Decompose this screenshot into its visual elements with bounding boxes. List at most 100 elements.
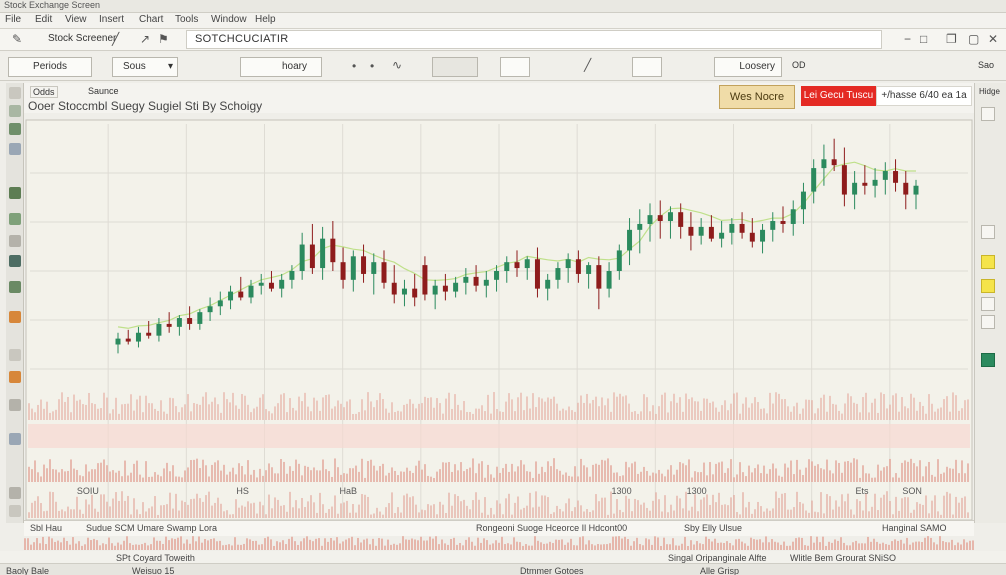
candle-body <box>596 265 602 289</box>
volume-bar <box>121 476 123 482</box>
volume-bar <box>724 472 726 482</box>
strip-bar <box>801 537 803 550</box>
volume-bar <box>940 514 942 518</box>
volume-bar <box>892 514 894 518</box>
candle-body <box>852 182 858 195</box>
candle-body <box>545 279 551 289</box>
volume-bar <box>628 498 630 518</box>
indicator-strip: Sbl Hau Sudue SCM Umare Swamp Lora Ronge… <box>24 520 974 536</box>
volume-bar <box>604 497 606 518</box>
volume-bar <box>793 406 795 420</box>
candle-body <box>586 265 592 274</box>
strip-bar <box>342 541 344 550</box>
volume-bar <box>823 469 825 482</box>
bottom-label-2: Sudue SCM Umare Swamp Lora <box>86 523 218 533</box>
volume-bar <box>376 507 378 518</box>
volume-bar <box>121 404 123 420</box>
volume-bar <box>424 510 426 518</box>
strip-bar <box>255 540 257 550</box>
volume-bar <box>262 505 264 518</box>
volume-bar <box>70 412 72 420</box>
volume-bar <box>766 508 768 518</box>
strip-bar <box>438 544 440 550</box>
volume-bar <box>694 471 696 482</box>
volume-bar <box>268 411 270 420</box>
bottom-label-4: Sby Elly Ulsue <box>684 523 743 533</box>
volume-bar <box>649 475 651 482</box>
volume-bar <box>319 470 321 482</box>
volume-bar <box>247 404 249 420</box>
volume-bar <box>952 514 954 518</box>
volume-bar <box>742 472 744 482</box>
strip-bar <box>924 537 926 550</box>
volume-bar <box>340 503 342 518</box>
volume-bar <box>958 410 960 420</box>
volume-bar <box>142 477 144 482</box>
volume-bar <box>91 494 93 518</box>
volume-bar <box>667 512 669 518</box>
volume-bar <box>448 492 450 518</box>
strip-bar <box>636 537 638 550</box>
volume-bar <box>76 400 78 420</box>
volume-bar <box>826 411 828 420</box>
volume-bar <box>193 459 195 482</box>
strip-bar <box>564 544 566 550</box>
volume-bar <box>553 512 555 518</box>
volume-bar <box>139 395 141 420</box>
strip-bar <box>486 540 488 550</box>
volume-bar <box>613 472 615 482</box>
strip-bar <box>777 542 779 550</box>
volume-bar <box>202 396 204 420</box>
strip-bar <box>711 541 713 550</box>
volume-bar <box>352 503 354 518</box>
volume-bar <box>160 476 162 482</box>
legend-item-1: SPt Coyard Toweith <box>116 553 195 563</box>
volume-bar <box>895 473 897 482</box>
volume-bar <box>94 508 96 518</box>
volume-bar <box>760 473 762 482</box>
candle-body <box>565 259 571 269</box>
volume-bar <box>943 495 945 518</box>
volume-bar <box>889 458 891 482</box>
candle-body <box>749 232 755 242</box>
strip-bar <box>768 542 770 550</box>
strip-bar <box>669 544 671 550</box>
volume-bar <box>931 403 933 420</box>
volume-bar <box>130 472 132 482</box>
strip-bar <box>882 542 884 550</box>
candle-body <box>442 285 448 292</box>
volume-bar <box>772 403 774 420</box>
volume-bar <box>691 477 693 482</box>
volume-bar <box>937 408 939 420</box>
strip-bar <box>180 536 182 550</box>
volume-bar <box>796 402 798 420</box>
volume-bar <box>181 500 183 518</box>
strip-bar <box>216 541 218 550</box>
candle-body <box>197 312 203 324</box>
volume-bar <box>433 407 435 420</box>
volume-bar <box>859 477 861 482</box>
volume-bar <box>640 411 642 420</box>
volume-bar <box>505 401 507 420</box>
candle-body <box>504 262 510 271</box>
candle-body <box>575 259 581 274</box>
volume-bar <box>592 464 594 482</box>
volume-bar <box>700 499 702 518</box>
volume-bar <box>949 468 951 482</box>
volume-bar <box>397 475 399 482</box>
volume-bar <box>478 408 480 420</box>
volume-bar <box>178 476 180 482</box>
volume-bar <box>727 410 729 420</box>
volume-bar <box>430 397 432 420</box>
volume-bar <box>370 514 372 518</box>
volume-bar <box>853 514 855 518</box>
volume-bar <box>712 401 714 420</box>
strip-bar <box>897 540 899 550</box>
bottom-label-3: Rongeoni Suoge Hceorce Il Hdcont00 <box>476 523 628 533</box>
volume-bar <box>661 473 663 482</box>
volume-bar <box>838 462 840 482</box>
volume-bar <box>511 514 513 518</box>
volume-bar <box>925 466 927 482</box>
volume-bar <box>952 468 954 482</box>
volume-bar <box>925 495 927 518</box>
